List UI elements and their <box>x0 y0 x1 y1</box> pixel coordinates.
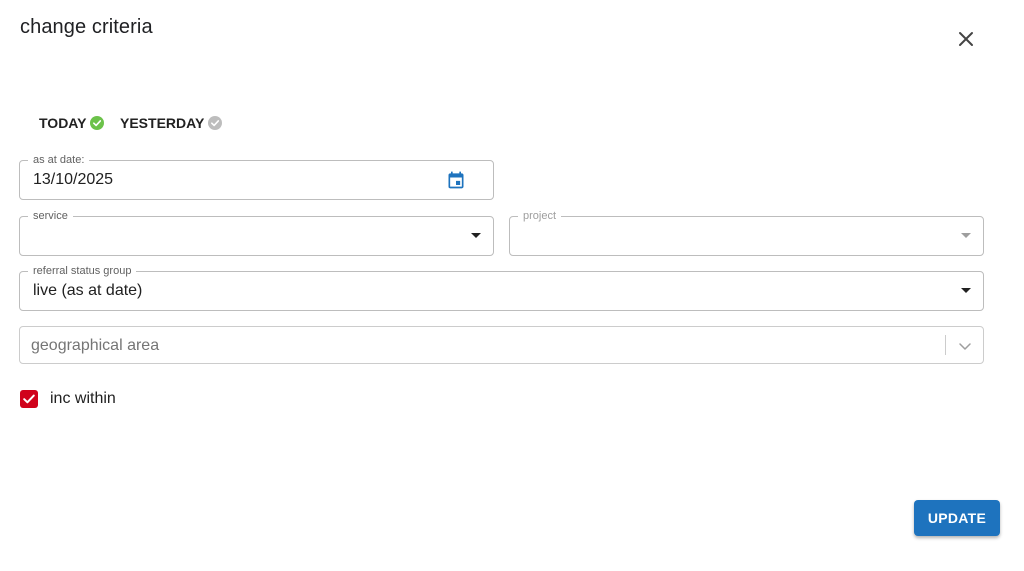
checkmark-icon <box>23 394 35 404</box>
inc-within-checkbox[interactable] <box>20 390 38 408</box>
caret-down-icon <box>961 288 971 293</box>
dialog-title: change criteria <box>20 16 153 38</box>
check-circle-icon <box>208 116 223 130</box>
project-label: project <box>518 209 562 223</box>
check-circle-icon <box>90 116 105 130</box>
indicator-separator <box>945 335 946 355</box>
calendar-icon[interactable] <box>446 170 466 190</box>
as-at-date-label: as at date: <box>28 153 90 167</box>
yesterday-label: YESTERDAY <box>120 115 205 131</box>
yesterday-button[interactable]: YESTERDAY <box>120 113 223 133</box>
close-icon <box>959 32 973 46</box>
geographical-area-select[interactable]: geographical area <box>19 326 984 364</box>
today-label: TODAY <box>39 115 87 131</box>
chevron-down-icon[interactable] <box>957 338 973 354</box>
inc-within-label: inc within <box>50 390 116 407</box>
project-select[interactable]: project <box>509 209 984 256</box>
referral-status-group-select[interactable]: referral status group live (as at date) <box>19 264 984 311</box>
close-button[interactable] <box>953 26 979 52</box>
caret-down-icon <box>471 233 481 238</box>
as-at-date-field[interactable]: as at date: 13/10/2025 <box>19 153 494 200</box>
update-button[interactable]: UPDATE <box>914 500 1000 536</box>
referral-status-group-label: referral status group <box>28 264 137 278</box>
inc-within-checkbox-row[interactable]: inc within <box>20 390 116 408</box>
referral-status-group-value: live (as at date) <box>33 282 143 299</box>
today-button[interactable]: TODAY <box>39 113 105 133</box>
service-select[interactable]: service <box>19 209 494 256</box>
geographical-area-placeholder: geographical area <box>31 337 160 354</box>
as-at-date-value: 13/10/2025 <box>33 171 114 188</box>
caret-down-icon <box>961 233 971 238</box>
service-label: service <box>28 209 73 223</box>
